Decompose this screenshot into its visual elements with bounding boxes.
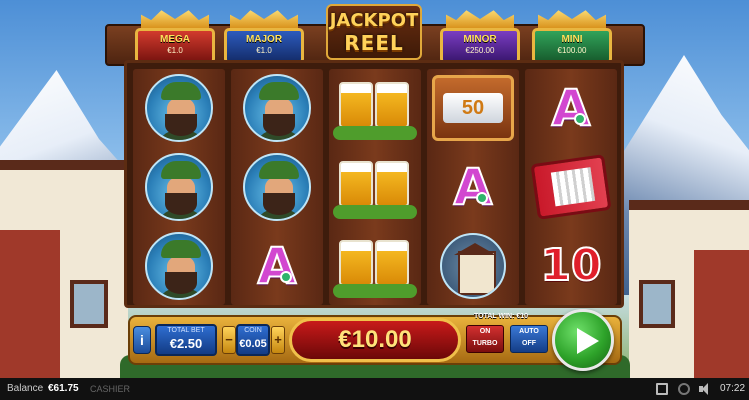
- game-logo: JACKPOT REEL: [326, 4, 422, 60]
- history-icon[interactable]: [678, 383, 690, 395]
- jackpot-value: €1.0: [256, 46, 272, 55]
- woodsman-symbol-icon: [243, 153, 311, 221]
- reel-cell: 50: [427, 69, 519, 147]
- reel-cell: [427, 227, 519, 305]
- village-house-left: [0, 160, 128, 378]
- clock: 07:22: [720, 383, 746, 394]
- village-house-right: [629, 200, 749, 378]
- number-ten-symbol: 10: [539, 240, 602, 291]
- reel-3: [329, 69, 421, 305]
- reel-cell: [525, 148, 617, 226]
- reel-cell: [231, 148, 323, 226]
- total-bet-caption: TOTAL BET: [167, 327, 205, 334]
- woodsman-symbol-icon: [145, 153, 213, 221]
- house-symbol-icon: [440, 233, 506, 299]
- reel-cell: 10: [525, 227, 617, 305]
- reel-4: 50 A: [427, 69, 519, 305]
- jackpot-name: MINOR: [463, 34, 497, 45]
- jackpot-plaque: MAJOR €1.0: [224, 28, 304, 64]
- symbol-label: A: [551, 79, 592, 137]
- reel-grid: A 50 A A 10: [124, 60, 624, 308]
- beer-mugs-symbol-icon: [333, 76, 417, 140]
- crown-icon: [538, 10, 606, 30]
- reel-1: [133, 69, 225, 305]
- spin-button[interactable]: [552, 309, 614, 371]
- jackpot-mega: MEGA €1.0: [135, 8, 215, 64]
- crown-icon: [446, 10, 514, 30]
- jackpot-mini: MINI €100.00: [532, 8, 612, 64]
- jackpot-name: MINI: [561, 34, 583, 45]
- symbol-label: A: [257, 237, 298, 295]
- reel-cell: [329, 69, 421, 147]
- jackpot-name: MAJOR: [245, 34, 283, 45]
- reel-cell: A: [427, 148, 519, 226]
- fullscreen-icon[interactable]: [656, 383, 668, 395]
- coin-value-symbol: 50: [432, 75, 514, 141]
- win-amount-display: €10.00: [289, 318, 461, 362]
- symbol-label: A: [453, 158, 494, 216]
- logo-line-2: REEL: [344, 31, 404, 55]
- logo-line-1: JACKPOT: [329, 10, 419, 31]
- reel-cell: A: [231, 227, 323, 305]
- turbo-button[interactable]: ON TURBO: [466, 325, 504, 353]
- total-win-label: TOTAL WIN: €10: [474, 313, 529, 320]
- letter-a-symbol: A: [257, 240, 298, 292]
- coin-symbol-label: 50: [443, 93, 503, 123]
- turbo-state: ON: [479, 328, 491, 335]
- jackpot-value: €1.0: [167, 46, 183, 55]
- auto-state: OFF: [522, 340, 536, 347]
- reel-cell: A: [525, 69, 617, 147]
- jackpot-value: €250.00: [465, 46, 495, 55]
- status-bar: Balance €61.75 CASHIER 07:22: [0, 378, 749, 400]
- reel-cell: [329, 148, 421, 226]
- beer-mugs-symbol-icon: [333, 155, 417, 219]
- autoplay-button[interactable]: AUTO OFF: [510, 325, 548, 353]
- jackpot-plaque: MEGA €1.0: [135, 28, 215, 64]
- reel-2: A: [231, 69, 323, 305]
- coin-increase-button[interactable]: +: [271, 326, 285, 354]
- turbo-label: TURBO: [472, 340, 498, 347]
- jackpot-value: €100.00: [557, 46, 587, 55]
- crown-icon: [141, 10, 209, 30]
- coin-decrease-button[interactable]: −: [222, 326, 236, 354]
- reel-cell: [329, 227, 421, 305]
- reel-cell: [231, 69, 323, 147]
- balance-label: Balance: [7, 383, 44, 394]
- cashier-link[interactable]: CASHIER: [90, 378, 130, 400]
- jackpot-name: MEGA: [160, 34, 190, 45]
- reel-cell: [133, 148, 225, 226]
- coin-value: €0.05: [239, 338, 267, 350]
- letter-a-symbol: A: [551, 82, 592, 134]
- total-bet-display: TOTAL BET €2.50: [155, 324, 217, 356]
- total-bet-value: €2.50: [169, 336, 203, 351]
- coin-value-display: COIN €0.05: [236, 324, 270, 356]
- jackpot-plaque: MINI €100.00: [532, 28, 612, 64]
- reel-5: A 10: [525, 69, 617, 305]
- letter-a-symbol: A: [453, 161, 494, 213]
- woodsman-symbol-icon: [145, 74, 213, 142]
- jackpot-plaque: MINOR €250.00: [440, 28, 520, 64]
- auto-label: AUTO: [519, 328, 539, 335]
- coin-caption: COIN: [244, 327, 262, 334]
- jackpot-major: MAJOR €1.0: [224, 8, 304, 64]
- reel-cell: [133, 69, 225, 147]
- woodsman-symbol-icon: [145, 232, 213, 300]
- sound-icon[interactable]: [699, 383, 711, 395]
- beer-mugs-symbol-icon: [333, 234, 417, 298]
- jackpot-minor: MINOR €250.00: [440, 8, 520, 64]
- balance-value: €61.75: [48, 383, 79, 394]
- reel-cell: [133, 227, 225, 305]
- info-button[interactable]: i: [133, 326, 151, 354]
- accordion-symbol-icon: [530, 154, 612, 220]
- crown-icon: [230, 10, 298, 30]
- woodsman-symbol-icon: [243, 74, 311, 142]
